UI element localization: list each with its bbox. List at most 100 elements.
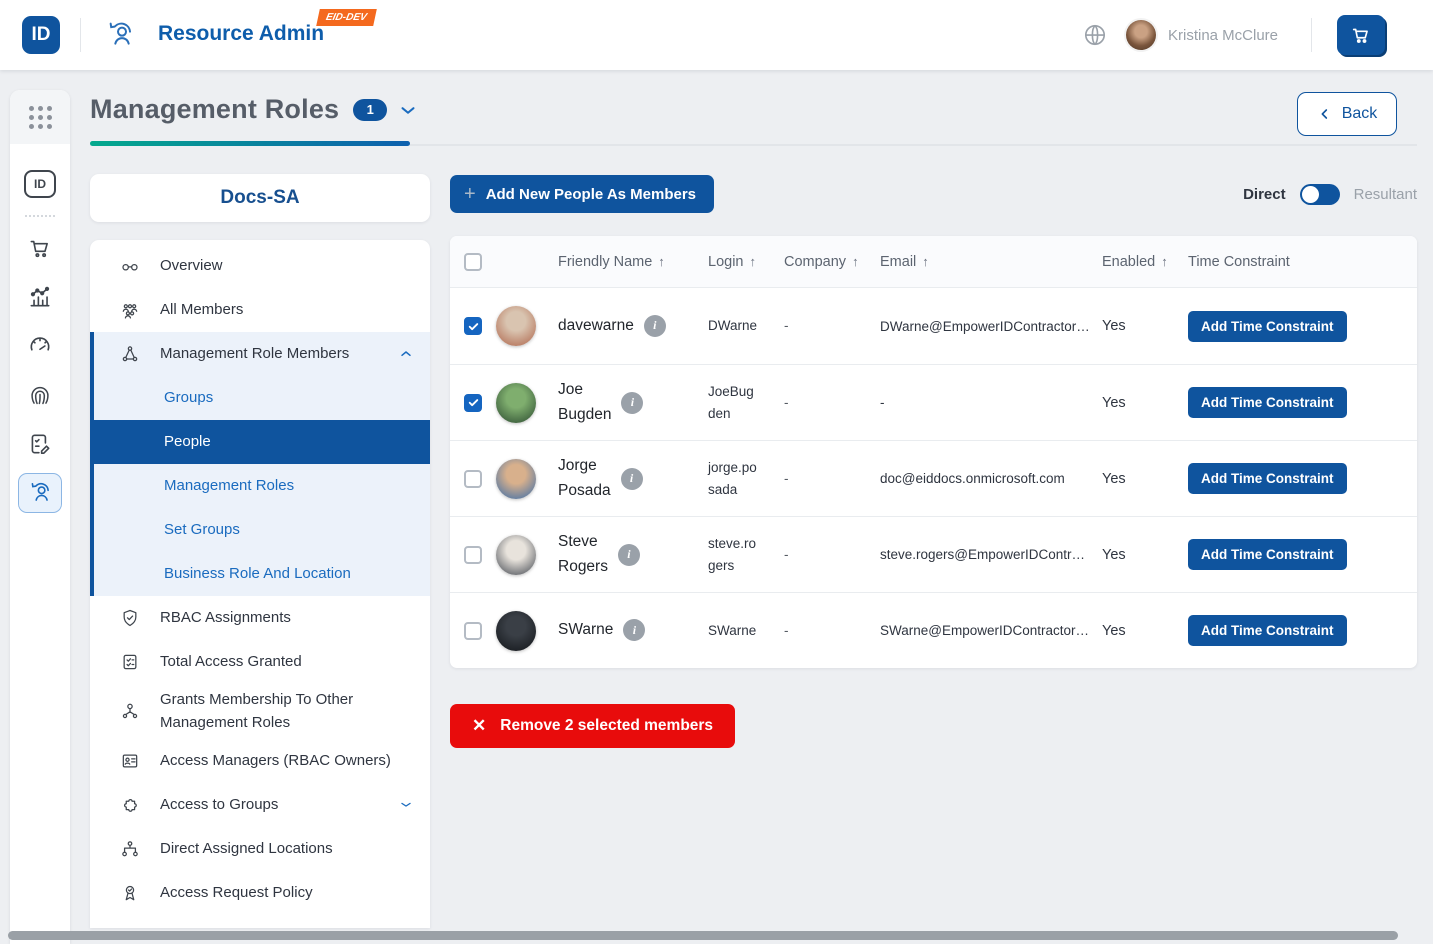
row-checkbox[interactable]: [464, 622, 482, 640]
login-value: DWarne: [708, 315, 784, 337]
toggle-label-direct: Direct: [1243, 186, 1286, 203]
column-header-email[interactable]: Email↑: [880, 254, 1102, 270]
app-title: Resource Admin: [158, 22, 324, 46]
sidebar-item-overview[interactable]: Overview: [90, 244, 430, 288]
column-header-time-constraint: Time Constraint: [1188, 254, 1417, 270]
chevron-down-icon[interactable]: [397, 99, 419, 121]
email-value: SWarne@EmpowerIDContractor…: [880, 623, 1102, 638]
login-value: jorge.po sada: [708, 457, 784, 500]
sidebar-item-people[interactable]: People: [90, 420, 430, 464]
shield-check-icon: [120, 608, 140, 628]
chevron-down-icon: [398, 797, 414, 813]
sidebar-item-access-managers-rbac-owners[interactable]: Access Managers (RBAC Owners): [90, 739, 430, 783]
back-label: Back: [1342, 105, 1378, 123]
ribbon-check-icon: [120, 883, 140, 903]
sort-asc-icon: ↑: [1161, 254, 1168, 269]
sitemap-icon: [120, 839, 140, 859]
scrollbar-thumb[interactable]: [8, 931, 1398, 940]
sidebar-item-groups[interactable]: Groups: [94, 376, 430, 420]
sidebar-item-rbac-assignments[interactable]: RBAC Assignments: [90, 596, 430, 640]
sidebar-item-management-roles[interactable]: Management Roles: [94, 464, 430, 508]
sidebar-item-business-role-and-location[interactable]: Business Role And Location: [94, 552, 430, 596]
direct-resultant-toggle[interactable]: [1300, 184, 1340, 205]
sort-asc-icon: ↑: [922, 254, 929, 269]
plus-icon: +: [464, 183, 476, 206]
column-header-company[interactable]: Company↑: [784, 254, 880, 270]
avatar: [496, 459, 536, 499]
sidebar-item-all-members[interactable]: All Members: [90, 288, 430, 332]
email-value: -: [880, 395, 1102, 410]
chevron-left-icon: [1317, 106, 1333, 122]
analytics-icon[interactable]: [18, 277, 62, 317]
icon-rail: ID: [10, 90, 70, 944]
top-bar: ID Resource Admin EID-DEV Kristina McClu…: [0, 0, 1433, 70]
column-header-friendly-name[interactable]: Friendly Name↑: [558, 254, 708, 270]
user-avatar[interactable]: [1126, 20, 1156, 50]
toggle-label-resultant: Resultant: [1354, 186, 1417, 203]
add-time-constraint-button[interactable]: Add Time Constraint: [1188, 615, 1347, 646]
add-new-people-button[interactable]: + Add New People As Members: [450, 175, 714, 213]
company-value: -: [784, 315, 880, 337]
cart-icon[interactable]: [18, 228, 62, 268]
sort-asc-icon: ↑: [658, 254, 665, 269]
waffle-menu-icon[interactable]: [10, 90, 70, 144]
email-value: doc@eiddocs.onmicrosoft.com: [880, 471, 1102, 486]
enabled-value: Yes: [1102, 471, 1188, 487]
fingerprint-icon[interactable]: [18, 375, 62, 415]
login-value: SWarne: [708, 620, 784, 642]
row-checkbox[interactable]: [464, 317, 482, 335]
row-checkbox[interactable]: [464, 546, 482, 564]
enabled-value: Yes: [1102, 395, 1188, 411]
column-header-enabled[interactable]: Enabled↑: [1102, 254, 1188, 270]
user-name[interactable]: Kristina McClure: [1168, 27, 1278, 44]
info-icon[interactable]: i: [618, 544, 640, 566]
table-row: Steve Rogersisteve.ro gers-steve.rogers@…: [450, 516, 1417, 592]
audit-doc-icon[interactable]: [18, 424, 62, 464]
info-icon[interactable]: i: [623, 619, 645, 641]
org-triangle-icon: [120, 344, 140, 364]
page-title: Management Roles: [90, 94, 339, 125]
company-value: -: [784, 620, 880, 642]
sidebar-item-access-to-groups[interactable]: Access to Groups: [90, 783, 430, 827]
cart-button[interactable]: [1337, 15, 1385, 55]
avatar: [496, 535, 536, 575]
back-button[interactable]: Back: [1297, 92, 1397, 136]
add-time-constraint-button[interactable]: Add Time Constraint: [1188, 463, 1347, 494]
add-time-constraint-button[interactable]: Add Time Constraint: [1188, 539, 1347, 570]
column-header-login[interactable]: Login↑: [708, 254, 784, 270]
glasses-icon: [120, 256, 140, 276]
chevron-up-icon: [398, 346, 414, 362]
row-checkbox[interactable]: [464, 394, 482, 412]
sidebar-item-set-groups[interactable]: Set Groups: [94, 508, 430, 552]
avatar: [496, 611, 536, 651]
brand-logo[interactable]: ID: [22, 16, 60, 54]
avatar: [496, 306, 536, 346]
id-badge-icon[interactable]: ID: [18, 164, 62, 204]
friendly-name: Jorge Posada: [558, 454, 611, 502]
sidebar-item-access-request-policy[interactable]: Access Request Policy: [90, 871, 430, 915]
person-sync-icon[interactable]: [18, 473, 62, 513]
info-icon[interactable]: i: [644, 315, 666, 337]
sort-asc-icon: ↑: [749, 254, 756, 269]
info-icon[interactable]: i: [621, 392, 643, 414]
role-side-nav: OverviewAll MembersManagement Role Membe…: [90, 240, 430, 928]
sidebar-item-management-role-members[interactable]: Management Role Members: [94, 332, 430, 376]
environment-badge: EID-DEV: [316, 9, 376, 26]
remove-selected-button[interactable]: ✕ Remove 2 selected members: [450, 704, 735, 748]
add-time-constraint-button[interactable]: Add Time Constraint: [1188, 387, 1347, 418]
sidebar-item-total-access-granted[interactable]: Total Access Granted: [90, 640, 430, 684]
role-name-card: Docs-SA: [90, 174, 430, 222]
table-row: Joe BugdeniJoeBug den--YesAdd Time Const…: [450, 364, 1417, 440]
sidebar-item-direct-assigned-locations[interactable]: Direct Assigned Locations: [90, 827, 430, 871]
sidebar-item-grants-membership-to-other-management-roles[interactable]: Grants Membership To Other Management Ro…: [90, 684, 430, 739]
info-icon[interactable]: i: [621, 468, 643, 490]
globe-icon[interactable]: [1082, 22, 1108, 48]
friendly-name: Joe Bugden: [558, 378, 611, 426]
select-all-checkbox[interactable]: [464, 253, 482, 271]
sort-asc-icon: ↑: [852, 254, 859, 269]
add-time-constraint-button[interactable]: Add Time Constraint: [1188, 311, 1347, 342]
row-checkbox[interactable]: [464, 470, 482, 488]
gauge-icon[interactable]: [18, 326, 62, 366]
people-icon: [120, 300, 140, 320]
person-network-icon: [120, 701, 140, 721]
